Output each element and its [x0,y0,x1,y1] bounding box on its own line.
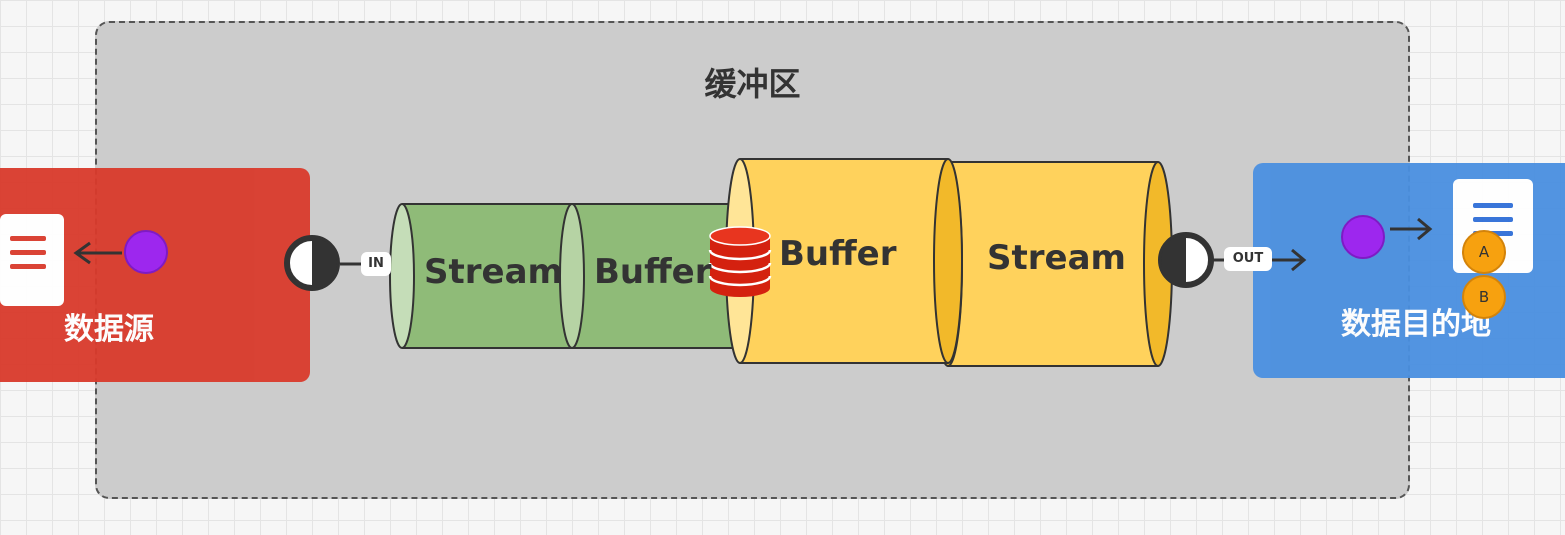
badge-a: A [1462,230,1506,274]
output-stream-label: Stream [987,238,1126,278]
destination-arrow [1390,217,1433,241]
source-arrow [73,241,122,265]
in-port-icon [284,235,340,291]
input-buffer-label: Buffer [594,252,712,292]
in-label: IN [361,252,391,276]
out-port-icon [1158,232,1214,288]
badge-b: B [1462,275,1506,319]
input-stream-label: Stream [424,252,563,292]
database-icon [708,226,772,297]
out-label: OUT [1224,247,1272,271]
output-buffer-label: Buffer [779,234,897,274]
